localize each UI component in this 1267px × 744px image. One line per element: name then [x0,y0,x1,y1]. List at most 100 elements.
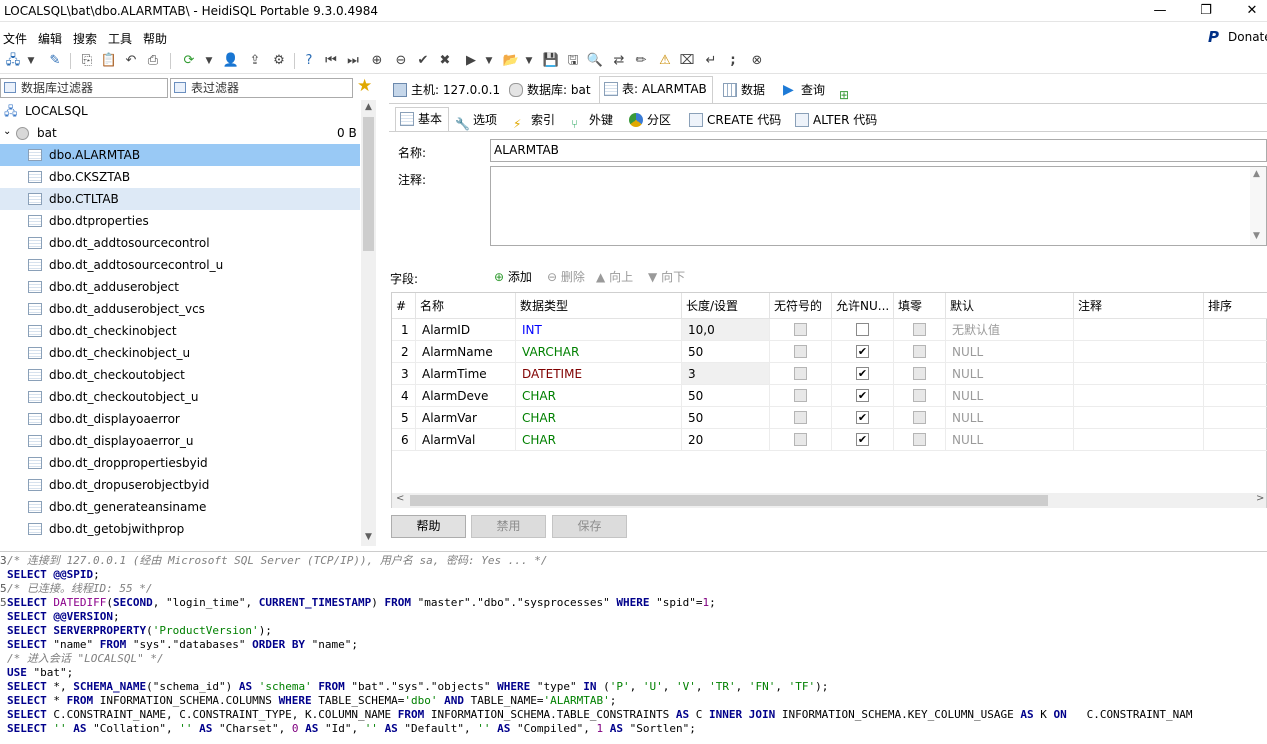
table-filter-input[interactable]: 表过滤器 [170,78,353,98]
collapse-chevron-icon[interactable]: ⌄ [3,121,11,143]
subtab-options[interactable]: 🔧 选项 [451,109,507,131]
subtab-alter-code[interactable]: ALTER 代码 [791,109,887,131]
unsigned-checkbox[interactable] [794,345,807,358]
minimize-button[interactable]: — [1137,0,1183,22]
column-type-cell[interactable]: INT [516,319,682,341]
unsigned-checkbox[interactable] [794,389,807,402]
new-query-tab-button[interactable]: ⊞ [835,78,859,102]
zerofill-cell[interactable] [894,429,946,451]
allow-null-cell[interactable]: ✔ [832,407,894,429]
zerofill-cell[interactable] [894,341,946,363]
tree-table-item[interactable]: dbo.dt_addtosourcecontrol_u [0,254,360,276]
grid-scroll-thumb[interactable] [410,495,1048,506]
column-type-cell[interactable]: CHAR [516,407,682,429]
tab-data[interactable]: 数据 [719,78,775,102]
column-header[interactable]: 排序 [1204,293,1267,319]
column-collation-cell[interactable] [1204,429,1267,451]
tree-database-node[interactable]: ⌄ bat 0 B [0,122,360,144]
tab-database[interactable]: 数据库: bat [505,78,597,102]
column-comment-cell[interactable] [1074,363,1204,385]
column-header[interactable]: 名称 [416,293,516,319]
subtab-partitions[interactable]: 分区 [625,109,681,131]
allow-null-cell[interactable]: ✔ [832,341,894,363]
allow-null-checkbox[interactable]: ✔ [856,411,869,424]
unsigned-checkbox[interactable] [794,411,807,424]
column-header[interactable]: 长度/设置 [682,293,770,319]
session-manager-icon[interactable]: 🖧 [4,52,22,70]
column-comment-cell[interactable] [1074,407,1204,429]
undo-icon[interactable]: ↶ [122,52,140,70]
paste-icon[interactable]: 📋 [100,52,118,70]
subtab-indexes[interactable]: ⚡ 索引 [509,109,565,131]
scroll-right-arrow-icon[interactable]: > [1256,493,1264,504]
column-collation-cell[interactable] [1204,363,1267,385]
column-header[interactable]: 填零 [894,293,946,319]
scroll-left-arrow-icon[interactable]: < [396,493,404,504]
column-header[interactable]: # [392,293,416,319]
allow-null-cell[interactable]: ✔ [832,363,894,385]
allow-null-checkbox[interactable]: ✔ [856,345,869,358]
column-length-cell[interactable]: 50 [682,385,770,407]
tree-table-item[interactable]: dbo.dt_displayoaerror_u [0,430,360,452]
dropdown-arrow-icon[interactable]: ▼ [22,52,40,70]
columns-grid[interactable]: # 名称 数据类型 长度/设置 无符号的 允许NU... 填零 默认 注释 排序 1 AlarmID I… [391,292,1267,508]
insert-row-icon[interactable]: ⊕ [368,52,386,70]
unsigned-checkbox[interactable] [794,433,807,446]
column-comment-cell[interactable] [1074,385,1204,407]
delete-field-button[interactable]: ⊖ 删除 [547,268,585,286]
tree-table-item[interactable]: dbo.dt_displayoaerror [0,408,360,430]
table-comment-input[interactable] [490,166,1267,246]
save-as-icon[interactable]: 🖫 [564,52,582,70]
tree-table-item[interactable]: dbo.dt_checkinobject [0,320,360,342]
scroll-up-arrow-icon[interactable]: ▲ [361,100,376,115]
tree-table-item[interactable]: dbo.dt_checkoutobject_u [0,386,360,408]
column-default-cell[interactable]: NULL [946,429,1074,451]
column-name-cell[interactable]: AlarmID [416,319,516,341]
allow-null-cell[interactable]: ✔ [832,429,894,451]
tree-table-item[interactable]: dbo.dt_checkoutobject [0,364,360,386]
allow-null-cell[interactable]: ✔ [832,385,894,407]
unsigned-cell[interactable] [770,363,832,385]
column-length-cell[interactable]: 20 [682,429,770,451]
column-collation-cell[interactable] [1204,319,1267,341]
tree-table-item[interactable]: dbo.CKSZTAB [0,166,360,188]
replace-icon[interactable]: ⇄ [610,52,628,70]
last-record-icon[interactable]: ⏭ [344,52,362,70]
column-length-cell[interactable]: 50 [682,341,770,363]
allow-null-checkbox[interactable]: ✔ [856,433,869,446]
export-icon[interactable]: ⇪ [246,52,264,70]
column-length-cell[interactable]: 50 [682,407,770,429]
comment-scroll-up-icon[interactable]: ▲ [1253,169,1260,179]
execute-icon[interactable]: ▶ [462,52,480,70]
column-default-cell[interactable]: 无默认值 [946,319,1074,341]
allow-null-checkbox[interactable]: ✔ [856,389,869,402]
warning-icon[interactable]: ⚠ [656,52,674,70]
scroll-down-arrow-icon[interactable]: ▼ [361,530,376,545]
favorites-star-icon[interactable]: ★ [357,76,372,96]
comment-scroll-down-icon[interactable]: ▼ [1253,231,1260,241]
semicolon-icon[interactable]: ; [724,52,742,70]
tree-table-item[interactable]: dbo.dt_getobjwithprop [0,518,360,540]
cancel-edit-icon[interactable]: ✖ [436,52,454,70]
paypal-icon[interactable]: P [1208,28,1219,46]
database-tree[interactable]: 🖧 LOCALSQL ⌄ bat 0 B dbo.ALARMTAB dbo.CKS… [0,100,376,546]
tree-table-item[interactable]: dbo.dt_addtosourcecontrol [0,232,360,254]
tree-table-item[interactable]: dbo.dt_generateansiname [0,496,360,518]
column-header[interactable]: 数据类型 [516,293,682,319]
unsigned-cell[interactable] [770,385,832,407]
zerofill-checkbox[interactable] [913,367,926,380]
comment-scrollbar[interactable]: ▲ ▼ [1250,167,1266,245]
format-icon[interactable]: ✏ [632,52,650,70]
execute-dropdown-icon[interactable]: ▼ [480,52,498,70]
column-name-cell[interactable]: AlarmName [416,341,516,363]
sql-log[interactable]: 3/* 连接到 127.0.0.1 (经由 Microsoft SQL Serv… [0,551,1267,744]
tree-table-item[interactable]: dbo.dt_adduserobject_vcs [0,298,360,320]
column-type-cell[interactable]: VARCHAR [516,341,682,363]
column-name-cell[interactable]: AlarmDeve [416,385,516,407]
menu-file[interactable]: 文件 [3,30,27,47]
tree-server-node[interactable]: 🖧 LOCALSQL [0,100,360,122]
column-header[interactable]: 默认 [946,293,1074,319]
tree-table-item[interactable]: dbo.ALARMTAB [0,144,360,166]
help-circle-icon[interactable]: ? [300,52,318,70]
move-up-button[interactable]: ▲ 向上 [596,268,633,286]
